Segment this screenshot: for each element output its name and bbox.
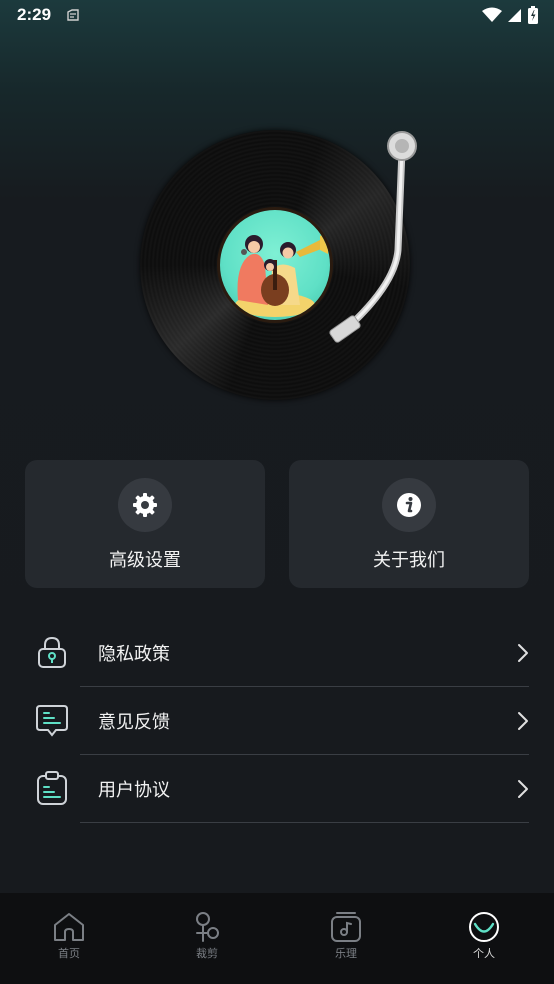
status-bar: 2:29: [0, 0, 554, 32]
chevron-right-icon: [518, 780, 528, 798]
chevron-right-icon: [518, 712, 528, 730]
chevron-right-icon: [518, 644, 528, 662]
user-agreement-label: 用户协议: [98, 780, 170, 801]
divider: [80, 754, 529, 755]
record-player-illustration: [130, 120, 430, 420]
nav-music-theory[interactable]: 乐理: [296, 911, 396, 971]
privacy-policy-label: 隐私政策: [98, 644, 170, 665]
tonearm: [329, 131, 417, 343]
wifi-icon: [482, 7, 502, 22]
advanced-settings-label: 高级设置: [109, 550, 181, 571]
clipboard-icon: [37, 771, 67, 805]
advanced-settings-card[interactable]: 高级设置: [25, 460, 265, 588]
status-time: 2:29: [17, 5, 52, 24]
status-indicators: [482, 6, 538, 24]
about-us-label: 关于我们: [373, 550, 445, 571]
nav-music-theory-label: 乐理: [335, 947, 357, 960]
nav-trim-label: 裁剪: [196, 947, 218, 960]
nav-home[interactable]: 首页: [19, 911, 119, 971]
feedback-icon: [36, 705, 68, 737]
menu-item-privacy-policy[interactable]: 隐私政策: [30, 620, 530, 686]
home-icon: [54, 913, 84, 941]
about-us-card[interactable]: 关于我们: [289, 460, 529, 588]
music-note-icon: [331, 912, 361, 942]
lock-icon: [38, 636, 66, 668]
scissors-icon: [196, 912, 219, 942]
menu-item-feedback[interactable]: 意见反馈: [30, 688, 530, 754]
signal-icon: [508, 9, 521, 22]
battery-icon: [528, 6, 538, 24]
menu-item-user-agreement[interactable]: 用户协议: [30, 756, 530, 822]
notification-icon: [67, 9, 79, 21]
bottom-navigation: 首页 裁剪 乐理 个人: [0, 893, 554, 984]
smiley-icon: [469, 912, 499, 942]
gear-icon: [118, 478, 172, 532]
nav-personal-label: 个人: [473, 947, 495, 960]
divider: [80, 822, 529, 823]
divider: [80, 686, 529, 687]
nav-home-label: 首页: [58, 947, 80, 960]
nav-personal[interactable]: 个人: [434, 911, 534, 971]
nav-trim[interactable]: 裁剪: [157, 911, 257, 971]
feedback-label: 意见反馈: [98, 712, 170, 733]
info-icon: [382, 478, 436, 532]
